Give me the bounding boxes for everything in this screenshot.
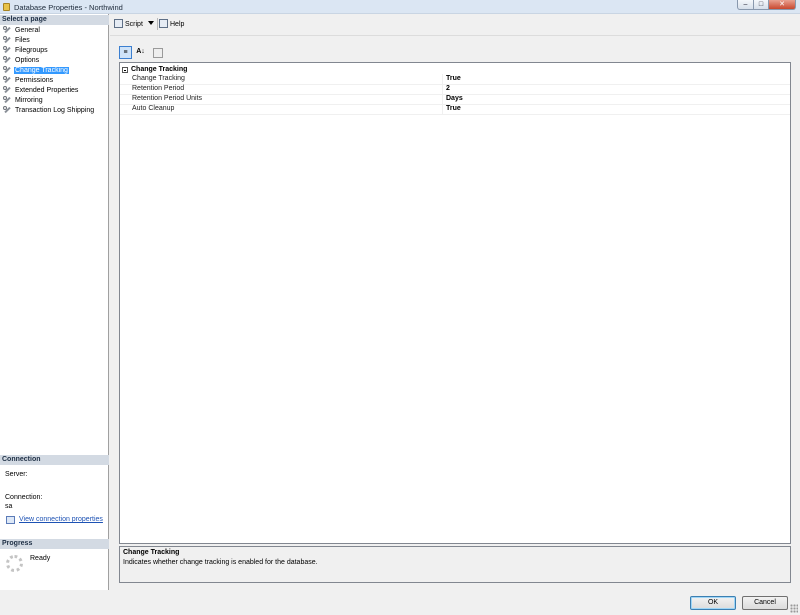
property-value[interactable]: 2: [446, 84, 450, 94]
page-item-filegroups[interactable]: Filegroups: [3, 46, 49, 55]
page-item-label: Change Tracking: [14, 67, 69, 74]
page-item-extended-properties[interactable]: Extended Properties: [3, 86, 79, 95]
column-divider: [442, 84, 443, 94]
description-panel: Change Tracking Indicates whether change…: [119, 546, 791, 583]
progress-header: Progress: [0, 539, 109, 549]
page-item-label: Mirroring: [15, 97, 43, 104]
progress-status: Ready: [30, 555, 51, 562]
title-bar: Database Properties - Northwind – □ ✕: [0, 0, 800, 14]
script-button[interactable]: Script: [114, 19, 143, 29]
script-label: Script: [125, 21, 143, 28]
connection-value: sa: [5, 503, 13, 510]
view-connection-properties-link[interactable]: View connection properties: [19, 516, 103, 523]
script-icon: [114, 19, 123, 28]
wrench-icon: [3, 56, 12, 63]
page-item-files[interactable]: Files: [3, 36, 31, 45]
property-grid: Change Tracking Change Tracking True Ret…: [119, 62, 791, 544]
property-pages-icon[interactable]: [153, 48, 163, 58]
categorized-view-icon[interactable]: ≡: [119, 46, 132, 59]
page-item-label: Filegroups: [15, 47, 48, 54]
page-item-label: Files: [15, 37, 30, 44]
property-name: Retention Period: [132, 85, 185, 92]
wrench-icon: [3, 76, 12, 83]
page-item-mirroring[interactable]: Mirroring: [3, 96, 44, 105]
left-panel: Select a page General Files Filegroups O…: [0, 14, 109, 590]
wrench-icon: [3, 96, 12, 103]
wrench-icon: [3, 46, 12, 53]
page-item-label: Permissions: [15, 77, 54, 84]
connection-properties-icon: [6, 516, 15, 524]
page-item-options[interactable]: Options: [3, 56, 40, 65]
property-name: Change Tracking: [132, 75, 185, 82]
page-item-label: Transaction Log Shipping: [15, 107, 95, 114]
property-grid-toolbar: ≡ A↓: [119, 46, 169, 60]
help-button[interactable]: Help: [159, 19, 184, 29]
page-item-permissions[interactable]: Permissions: [3, 76, 54, 85]
wrench-icon: [3, 26, 12, 33]
description-title: Change Tracking: [123, 549, 180, 556]
wrench-icon: [3, 106, 12, 113]
help-icon: [159, 19, 168, 28]
database-icon: [3, 3, 10, 11]
close-button[interactable]: ✕: [768, 0, 796, 10]
property-name: Retention Period Units: [132, 95, 203, 102]
page-item-label: Options: [15, 57, 40, 64]
progress-spinner-icon: [6, 555, 23, 572]
page-item-change-tracking[interactable]: Change Tracking: [3, 66, 69, 75]
wrench-icon: [3, 36, 12, 43]
server-label: Server:: [5, 471, 28, 478]
window-title: Database Properties - Northwind: [14, 3, 123, 12]
ok-button[interactable]: OK: [690, 596, 736, 610]
toolbar: [110, 14, 800, 36]
script-dropdown-icon[interactable]: [148, 21, 154, 25]
collapse-icon[interactable]: [122, 67, 128, 73]
column-divider: [442, 104, 443, 114]
wrench-icon: [3, 86, 12, 93]
wrench-icon: [3, 66, 12, 73]
cancel-button[interactable]: Cancel: [742, 596, 788, 610]
property-value[interactable]: True: [446, 74, 461, 84]
description-text: Indicates whether change tracking is ena…: [123, 559, 318, 566]
alphabetical-sort-icon[interactable]: A↓: [134, 46, 147, 59]
column-divider: [442, 94, 443, 104]
property-value[interactable]: Days: [446, 94, 463, 104]
page-item-general[interactable]: General: [3, 26, 41, 35]
property-name: Auto Cleanup: [132, 105, 175, 112]
column-divider: [442, 74, 443, 84]
property-row[interactable]: Auto Cleanup True: [120, 104, 790, 115]
help-label: Help: [170, 21, 185, 28]
page-item-transaction-log-shipping[interactable]: Transaction Log Shipping: [3, 106, 95, 115]
toolbar-separator: [157, 18, 158, 30]
page-item-label: General: [15, 27, 40, 34]
connection-header: Connection: [0, 455, 109, 465]
resize-grip-icon[interactable]: [790, 604, 798, 613]
select-page-header: Select a page: [0, 15, 109, 25]
page-item-label: Extended Properties: [15, 87, 79, 94]
maximize-button[interactable]: □: [753, 0, 769, 10]
minimize-button[interactable]: –: [737, 0, 754, 10]
property-value[interactable]: True: [446, 104, 461, 114]
connection-label: Connection:: [5, 494, 43, 501]
